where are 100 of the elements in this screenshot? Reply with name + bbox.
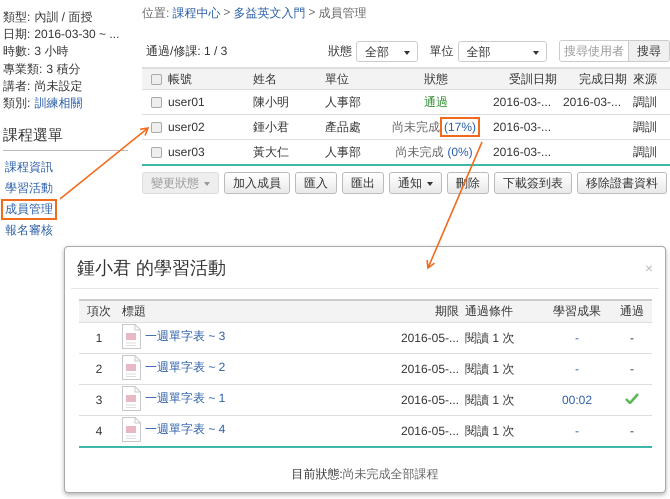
table-cell: 2016-05-... xyxy=(400,393,459,407)
table-cell: - xyxy=(630,424,634,438)
search-field[interactable]: 搜尋使用者 xyxy=(559,40,629,62)
table-cell: 4 xyxy=(96,424,102,438)
info-value: 3 小時 xyxy=(34,44,68,58)
info-value: 2016-03-30 ~ ... xyxy=(34,27,120,42)
table-cell: user03 xyxy=(168,145,205,159)
info-label: 日期: xyxy=(3,27,30,42)
pass-summary: 通過/修課: 1 / 3 xyxy=(146,42,228,60)
breadcrumb-separator: > xyxy=(308,5,316,21)
info-label: 類型: xyxy=(3,10,30,24)
column-header: 帳號 xyxy=(168,72,192,86)
breadcrumb-link[interactable]: 多益英文入門 xyxy=(233,5,306,22)
table-cell: 3 xyxy=(96,393,102,407)
table-cell: 1 xyxy=(96,331,102,345)
result-text: - xyxy=(575,362,579,376)
action-button[interactable]: 移除證書資料 xyxy=(577,172,667,194)
table-cell: 2016-03-... xyxy=(493,120,552,134)
table-cell: 2 xyxy=(96,362,102,376)
column-header: 項次 xyxy=(87,304,111,318)
info-value: 內訓 / 面授 xyxy=(34,10,92,24)
info-label: 專業類: xyxy=(3,62,42,76)
table-cell: 2016-05-... xyxy=(400,362,459,376)
table-cell: 鍾小君 xyxy=(253,120,289,134)
progress-link[interactable]: (0%) xyxy=(443,142,477,162)
search-button[interactable]: 搜尋 xyxy=(629,40,670,62)
info-link[interactable]: 訓練相關 xyxy=(34,96,82,110)
status-text: 通過 xyxy=(424,94,448,108)
activity-link[interactable]: 一週單字表 ~ 4 xyxy=(145,421,226,438)
action-button[interactable]: 通知 xyxy=(389,172,442,194)
table-cell: user02 xyxy=(168,120,205,134)
select-all-checkbox[interactable] xyxy=(151,74,162,86)
activity-link[interactable]: 一週單字表 ~ 1 xyxy=(145,390,226,407)
table-cell: 2016-03-... xyxy=(493,145,552,159)
result-text: - xyxy=(575,424,579,438)
column-header: 通過 xyxy=(620,304,644,318)
table-cell: 人事部 xyxy=(325,94,361,108)
table-cell: 閱讀 1 次 xyxy=(465,424,514,438)
table-cell: 2016-05-... xyxy=(400,424,459,438)
column-header: 受訓日期 xyxy=(509,72,557,86)
table-cell: 2016-03-... xyxy=(493,95,552,109)
status-text: 尚未完成 xyxy=(395,144,444,158)
status-value: 尚未完成全部課程 xyxy=(342,467,439,481)
table-cell: 2016-03-... xyxy=(563,95,622,109)
action-button[interactable]: 匯入 xyxy=(295,172,337,194)
info-label: 時數: xyxy=(3,44,30,58)
breadcrumb-label: 位置: xyxy=(142,5,170,22)
dialog-title: 鍾小君 的學習活動 xyxy=(77,256,226,280)
row-checkbox[interactable] xyxy=(151,147,162,158)
column-header: 來源 xyxy=(633,72,657,86)
breadcrumb-link[interactable]: 課程中心 xyxy=(172,5,220,22)
progress-link[interactable]: (17%) xyxy=(440,116,480,136)
action-button[interactable]: 下載簽到表 xyxy=(494,172,572,194)
menu-link[interactable]: 報名審核 xyxy=(1,220,57,242)
column-header: 通過條件 xyxy=(465,304,513,318)
table-cell: 陳小明 xyxy=(253,94,289,108)
action-button[interactable]: 匯出 xyxy=(342,172,384,194)
status-select[interactable]: 全部 xyxy=(356,40,418,62)
menu-link[interactable]: 成員管理 xyxy=(1,199,57,220)
column-header: 標題 xyxy=(122,304,146,318)
menu-title: 課程選單 xyxy=(3,126,128,152)
result-text: - xyxy=(575,331,579,345)
column-header: 姓名 xyxy=(253,72,277,86)
menu-link[interactable]: 學習活動 xyxy=(1,178,57,200)
table-cell: 閱讀 1 次 xyxy=(465,330,514,344)
table-cell: - xyxy=(630,362,634,376)
row-checkbox[interactable] xyxy=(151,97,162,108)
status-text: 尚未完成 xyxy=(392,120,440,134)
column-header: 單位 xyxy=(325,72,349,86)
table-cell: 產品處 xyxy=(325,120,361,134)
activity-link[interactable]: 一週單字表 ~ 3 xyxy=(145,328,226,345)
column-header: 期限 xyxy=(435,304,459,318)
column-header: 完成日期 xyxy=(579,72,627,86)
column-header: 學習成果 xyxy=(553,304,601,318)
action-button[interactable]: 加入成員 xyxy=(224,172,290,194)
table-cell: 閱讀 1 次 xyxy=(465,392,514,406)
table-cell: 黃大仁 xyxy=(253,144,289,158)
table-cell: 調訓 xyxy=(633,94,657,108)
info-label: 類別: xyxy=(3,96,30,110)
menu-link[interactable]: 課程資訊 xyxy=(1,157,57,178)
breadcrumb-current: 成員管理 xyxy=(318,5,366,22)
column-header: 狀態 xyxy=(424,72,448,86)
status-filter-label: 狀態 xyxy=(328,42,352,60)
table-cell: - xyxy=(630,331,634,345)
breadcrumb-separator: > xyxy=(223,5,230,21)
info-value: 3 積分 xyxy=(46,62,80,76)
table-cell: 2016-05-... xyxy=(400,331,459,345)
info-value: 尚未設定 xyxy=(34,78,82,93)
table-cell: 調訓 xyxy=(633,144,657,158)
unit-filter-label: 單位 xyxy=(430,42,454,60)
table-cell: user01 xyxy=(168,95,205,109)
table-cell: 人事部 xyxy=(325,144,361,158)
unit-select[interactable]: 全部 xyxy=(458,40,547,62)
table-cell: 調訓 xyxy=(633,120,657,134)
result-text: 00:02 xyxy=(562,393,592,407)
status-label: 目前狀態: xyxy=(291,467,343,481)
table-cell: 閱讀 1 次 xyxy=(465,362,514,376)
info-label: 講者: xyxy=(3,78,30,93)
activity-link[interactable]: 一週單字表 ~ 2 xyxy=(145,359,226,376)
row-checkbox[interactable] xyxy=(151,122,162,134)
